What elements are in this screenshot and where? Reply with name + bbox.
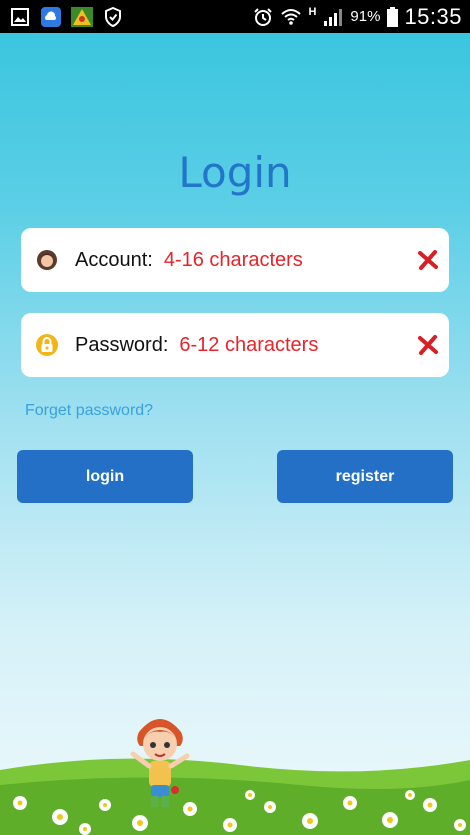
cloud-app-icon bbox=[40, 6, 62, 27]
clock: 15:35 bbox=[404, 3, 462, 29]
login-button[interactable]: login bbox=[17, 450, 193, 503]
avatar-icon bbox=[36, 249, 58, 271]
clear-icon[interactable] bbox=[416, 248, 440, 272]
page-title: Login bbox=[178, 148, 292, 197]
account-label: Account: bbox=[75, 248, 153, 271]
clear-icon[interactable] bbox=[416, 333, 440, 357]
forget-password-link[interactable]: Forget password? bbox=[25, 402, 153, 420]
signal-icon bbox=[322, 7, 344, 27]
game-app-icon bbox=[71, 6, 93, 27]
account-input[interactable]: 4-16 characters bbox=[164, 249, 303, 272]
meadow-illustration bbox=[0, 758, 470, 835]
register-button[interactable]: register bbox=[277, 450, 453, 503]
gallery-icon bbox=[9, 7, 31, 27]
status-bar: H 91% 15:35 bbox=[0, 0, 470, 33]
lock-icon bbox=[36, 334, 58, 356]
password-label: Password: bbox=[75, 333, 169, 356]
cartoon-boy-illustration bbox=[130, 719, 190, 807]
network-type: H bbox=[308, 5, 317, 18]
alarm-icon bbox=[252, 7, 274, 27]
battery-percent: 91% bbox=[350, 8, 381, 25]
account-field[interactable]: Account: 4-16 characters bbox=[21, 228, 449, 292]
shield-icon bbox=[102, 6, 124, 27]
wifi-icon bbox=[280, 7, 302, 27]
password-input[interactable]: 6-12 characters bbox=[179, 334, 318, 357]
battery-icon bbox=[386, 6, 398, 27]
password-field[interactable]: Password: 6-12 characters bbox=[21, 313, 449, 377]
